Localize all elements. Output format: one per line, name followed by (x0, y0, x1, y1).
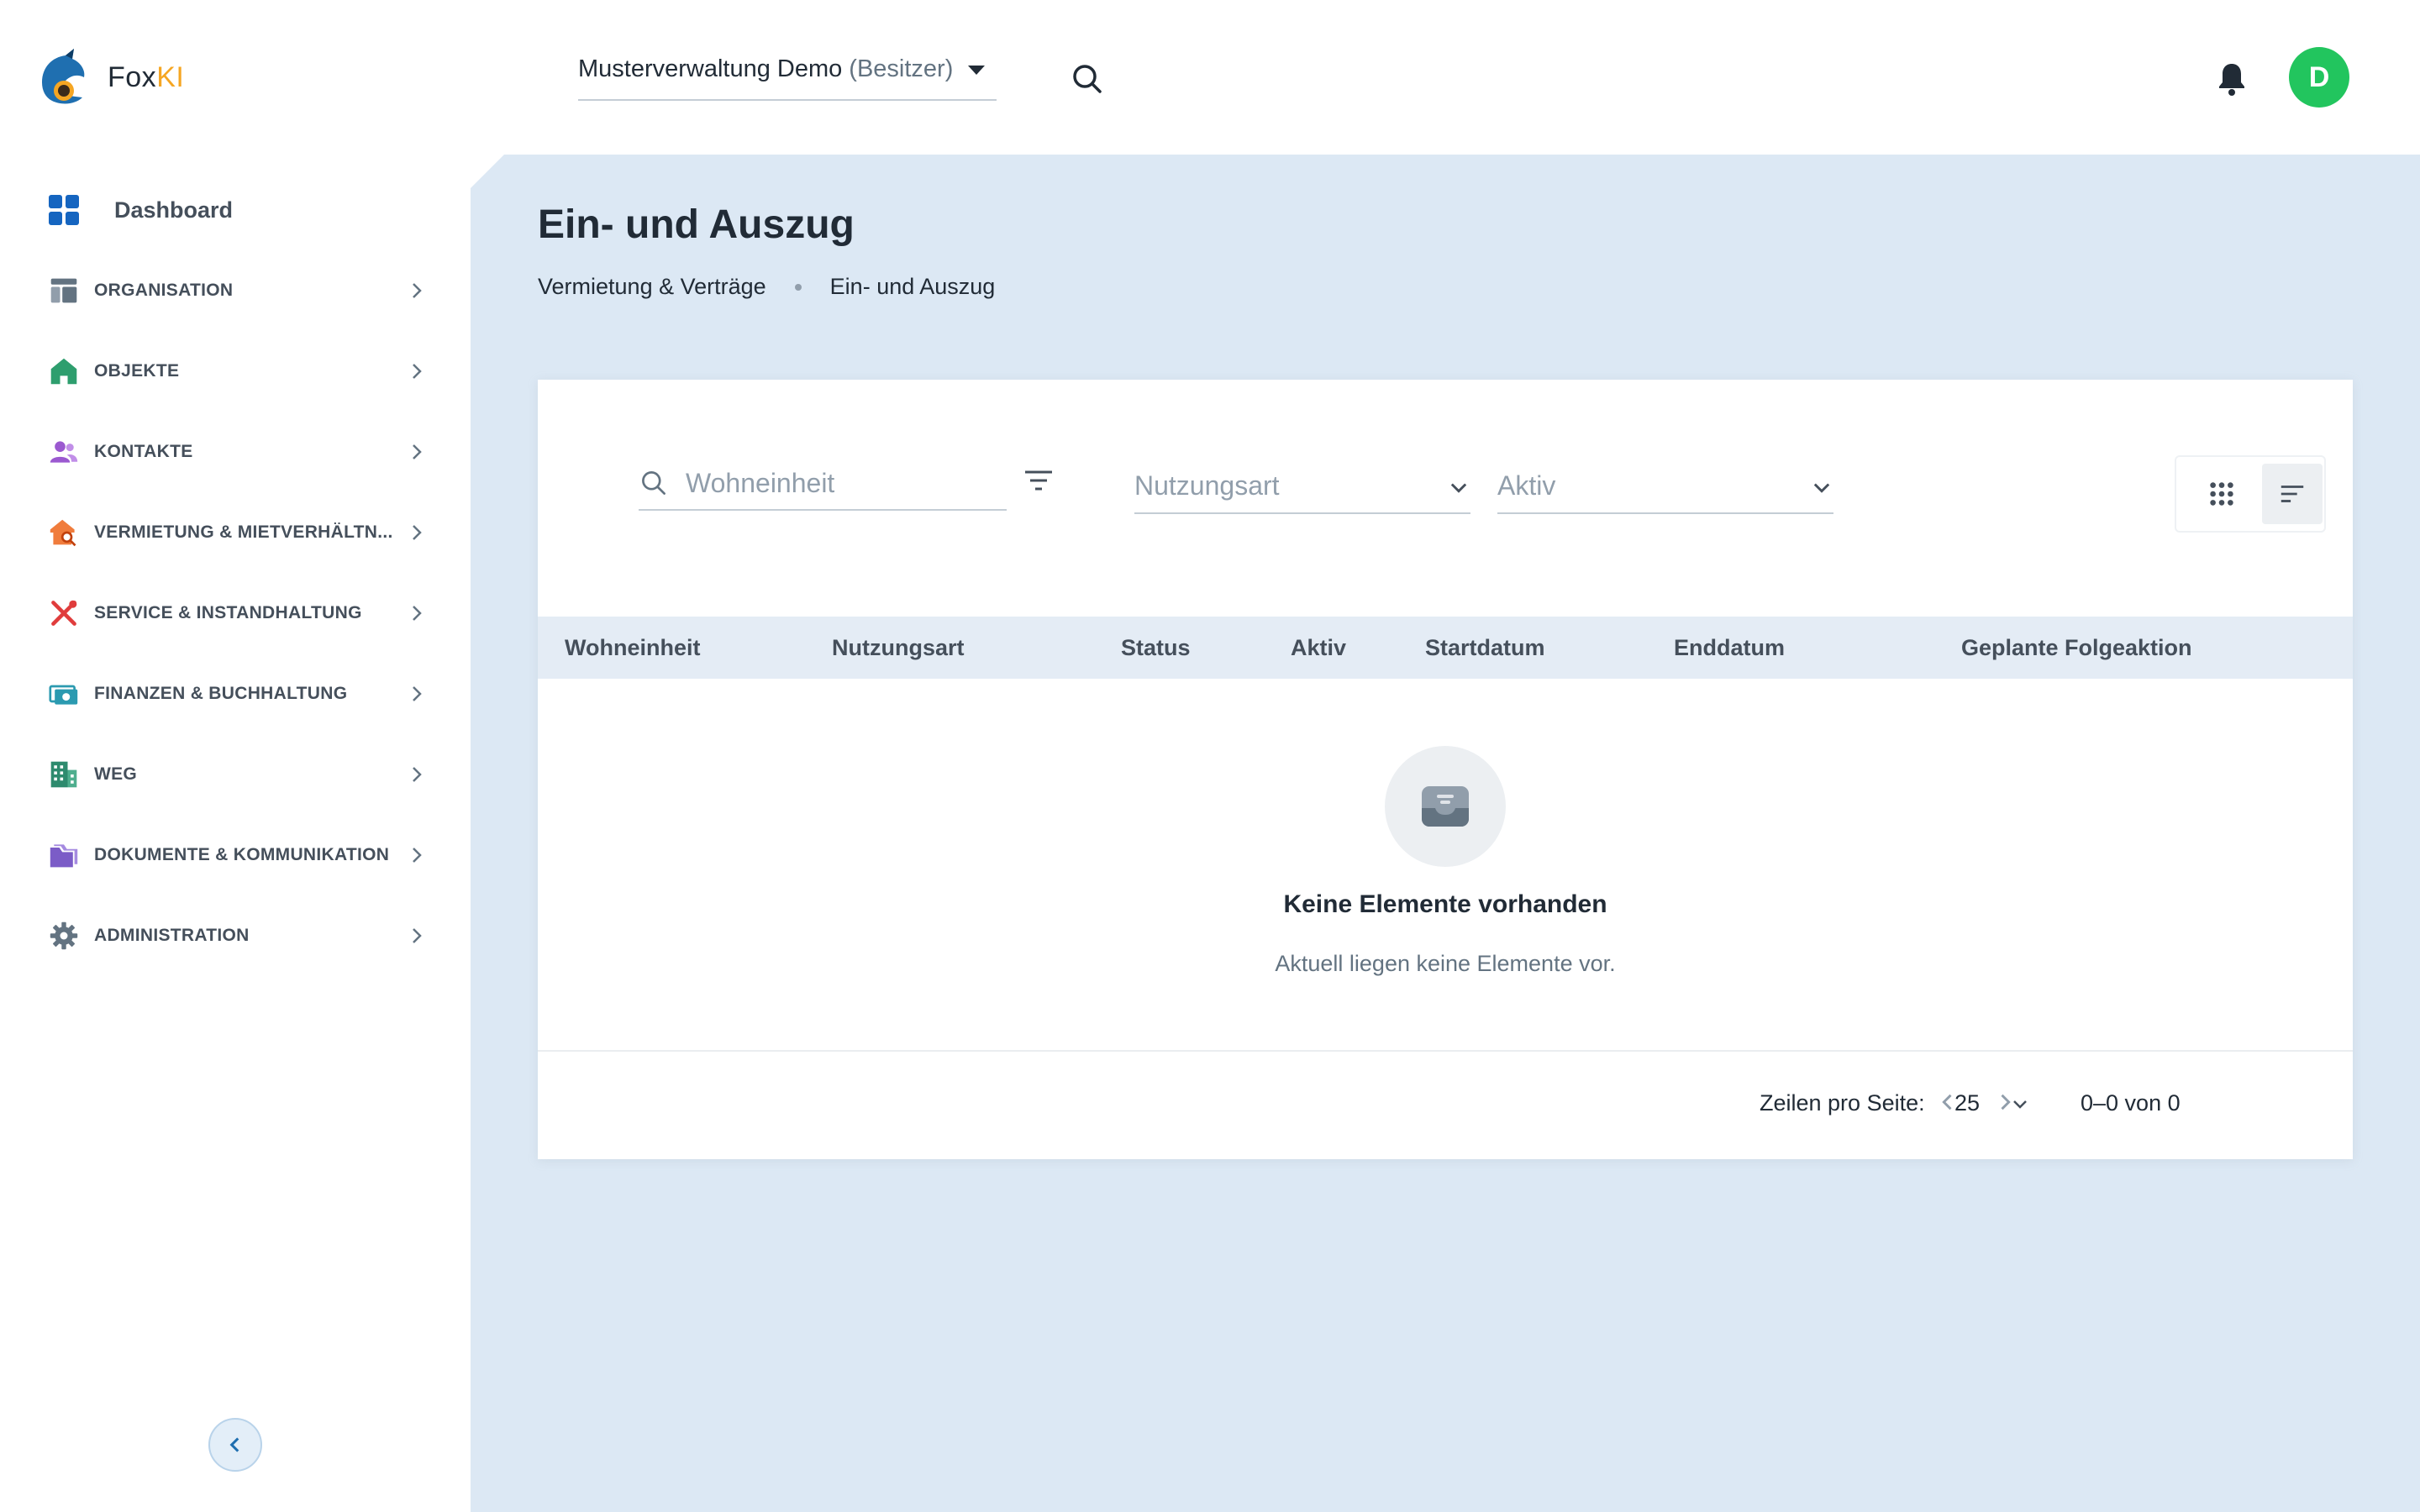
sidebar-item-finanzen[interactable]: FINANZEN & BUCHHALTUNG (47, 669, 427, 719)
app-name: FoxKI (108, 60, 185, 93)
usage-type-placeholder: Nutzungsart (1134, 470, 1280, 501)
grid-view-button[interactable] (2191, 464, 2252, 524)
sidebar-item-label: Dashboard (114, 197, 234, 223)
sidebar-item-objekte[interactable]: OBJEKTE (47, 346, 427, 396)
sidebar-item-label: FINANZEN & BUCHHALTUNG (94, 684, 348, 703)
sidebar-item-label: DOKUMENTE & KOMMUNIKATION (94, 845, 390, 864)
chevron-left-icon (1942, 1094, 1952, 1110)
empty-state-title: Keine Elemente vorhanden (1283, 890, 1607, 918)
user-avatar[interactable]: D (2289, 47, 2349, 108)
organisation-icon (47, 274, 81, 307)
filter-button[interactable] (1020, 462, 1057, 499)
bell-icon (2219, 64, 2244, 96)
empty-state-subtitle: Aktuell liegen keine Elemente vor. (1275, 951, 1616, 976)
chevron-right-icon (413, 767, 422, 782)
chevron-down-icon (1813, 483, 1830, 493)
sidebar: Dashboard ORGANISATION OBJEKTE KONTAKTE … (0, 155, 471, 1512)
collapse-sidebar-button[interactable] (208, 1418, 262, 1472)
rental-search-icon (47, 516, 81, 549)
notifications-button[interactable] (2212, 59, 2252, 99)
search-icon (1073, 65, 1102, 93)
pagination-range: 0–0 von 0 (2081, 1090, 2181, 1116)
global-search-button[interactable] (1067, 59, 1107, 99)
page-title: Ein- und Auszug (538, 202, 855, 247)
dashboard-icon (49, 195, 79, 225)
organisation-role: (Besitzer) (849, 55, 954, 82)
breadcrumb: Vermietung & Verträge Ein- und Auszug (538, 274, 995, 300)
building-icon (47, 758, 81, 791)
column-header-aktiv[interactable]: Aktiv (1291, 617, 1346, 679)
chevron-right-icon (413, 364, 422, 379)
sidebar-item-organisation[interactable]: ORGANISATION (47, 265, 427, 316)
chevron-right-icon (2001, 1094, 2011, 1110)
list-icon (2281, 486, 2304, 502)
sidebar-item-label: OBJEKTE (94, 361, 180, 381)
breadcrumb-item-vermietung[interactable]: Vermietung & Verträge (538, 274, 766, 300)
sidebar-item-dashboard[interactable]: Dashboard (47, 185, 233, 235)
grid-dots-icon (2210, 482, 2233, 506)
table-header: Wohneinheit Nutzungsart Status Aktiv Sta… (538, 617, 2353, 679)
sidebar-item-label: ADMINISTRATION (94, 926, 250, 945)
search-field (639, 457, 1007, 511)
previous-page-button[interactable] (1929, 1084, 1966, 1121)
sidebar-item-dokumente[interactable]: DOKUMENTE & KOMMUNIKATION (47, 830, 427, 880)
app-logo[interactable]: FoxKI (37, 49, 184, 106)
chevron-down-icon (1450, 483, 1467, 493)
chevron-right-icon (413, 928, 422, 943)
money-icon (47, 677, 81, 711)
rows-per-page-label: Zeilen pro Seite: (1760, 1090, 1925, 1116)
caret-down-icon (968, 66, 985, 75)
column-header-wohneinheit[interactable]: Wohneinheit (565, 617, 701, 679)
chevron-right-icon (413, 283, 422, 298)
view-toggle (2175, 455, 2326, 533)
column-header-startdatum[interactable]: Startdatum (1425, 617, 1545, 679)
column-header-nutzungsart[interactable]: Nutzungsart (832, 617, 965, 679)
sidebar-item-administration[interactable]: ADMINISTRATION (47, 911, 427, 961)
breadcrumb-separator (794, 283, 802, 291)
folder-icon (47, 838, 81, 872)
usage-type-select[interactable]: Nutzungsart (1134, 460, 1470, 514)
chevron-right-icon (413, 525, 422, 540)
sidebar-item-kontakte[interactable]: KONTAKTE (47, 427, 427, 477)
house-icon (47, 354, 81, 388)
next-page-button[interactable] (1986, 1084, 2023, 1121)
chevron-right-icon (413, 444, 422, 459)
column-header-enddatum[interactable]: Enddatum (1674, 617, 1785, 679)
top-bar: FoxKI Musterverwaltung Demo (Besitzer) D (0, 0, 2420, 155)
list-view-button[interactable] (2262, 464, 2323, 524)
filter-list-icon (1025, 470, 1052, 491)
inbox-icon (1422, 786, 1469, 827)
search-input[interactable] (686, 467, 988, 499)
column-header-status[interactable]: Status (1121, 617, 1191, 679)
chevron-right-icon (413, 686, 422, 701)
sidebar-item-label: KONTAKTE (94, 442, 193, 461)
sidebar-item-label: ORGANISATION (94, 281, 234, 300)
sidebar-item-label: WEG (94, 764, 138, 784)
chevron-right-icon (413, 606, 422, 621)
column-header-geplante-folgeaktion[interactable]: Geplante Folgeaktion (1961, 617, 2192, 679)
active-select[interactable]: Aktiv (1497, 460, 1833, 514)
fox-logo-icon (42, 49, 85, 104)
main-content: Ein- und Auszug Vermietung & Verträge Ei… (471, 155, 2420, 1512)
sidebar-item-label: SERVICE & INSTANDHALTUNG (94, 603, 362, 622)
pagination: Zeilen pro Seite: 25 0–0 von 0 (538, 1052, 2353, 1159)
sidebar-item-vermietung[interactable]: VERMIETUNG & MIETVERHÄLTN... (47, 507, 427, 558)
contacts-icon (47, 435, 81, 469)
sidebar-item-service[interactable]: SERVICE & INSTANDHALTUNG (47, 588, 427, 638)
tools-icon (47, 596, 81, 630)
organisation-select[interactable]: Musterverwaltung Demo (Besitzer) (578, 47, 997, 101)
data-table-card: Nutzungsart Aktiv (538, 380, 2353, 1159)
search-icon (642, 471, 666, 495)
organisation-name: Musterverwaltung Demo (578, 55, 843, 82)
gear-icon (47, 919, 81, 953)
chevron-right-icon (413, 848, 422, 863)
breadcrumb-item-current: Ein- und Auszug (829, 274, 996, 299)
sidebar-item-label: VERMIETUNG & MIETVERHÄLTN... (94, 522, 393, 542)
empty-state-illustration (1385, 746, 1506, 867)
sidebar-item-weg[interactable]: WEG (47, 749, 427, 800)
active-placeholder: Aktiv (1497, 470, 1556, 501)
chevron-left-icon (229, 1437, 239, 1452)
